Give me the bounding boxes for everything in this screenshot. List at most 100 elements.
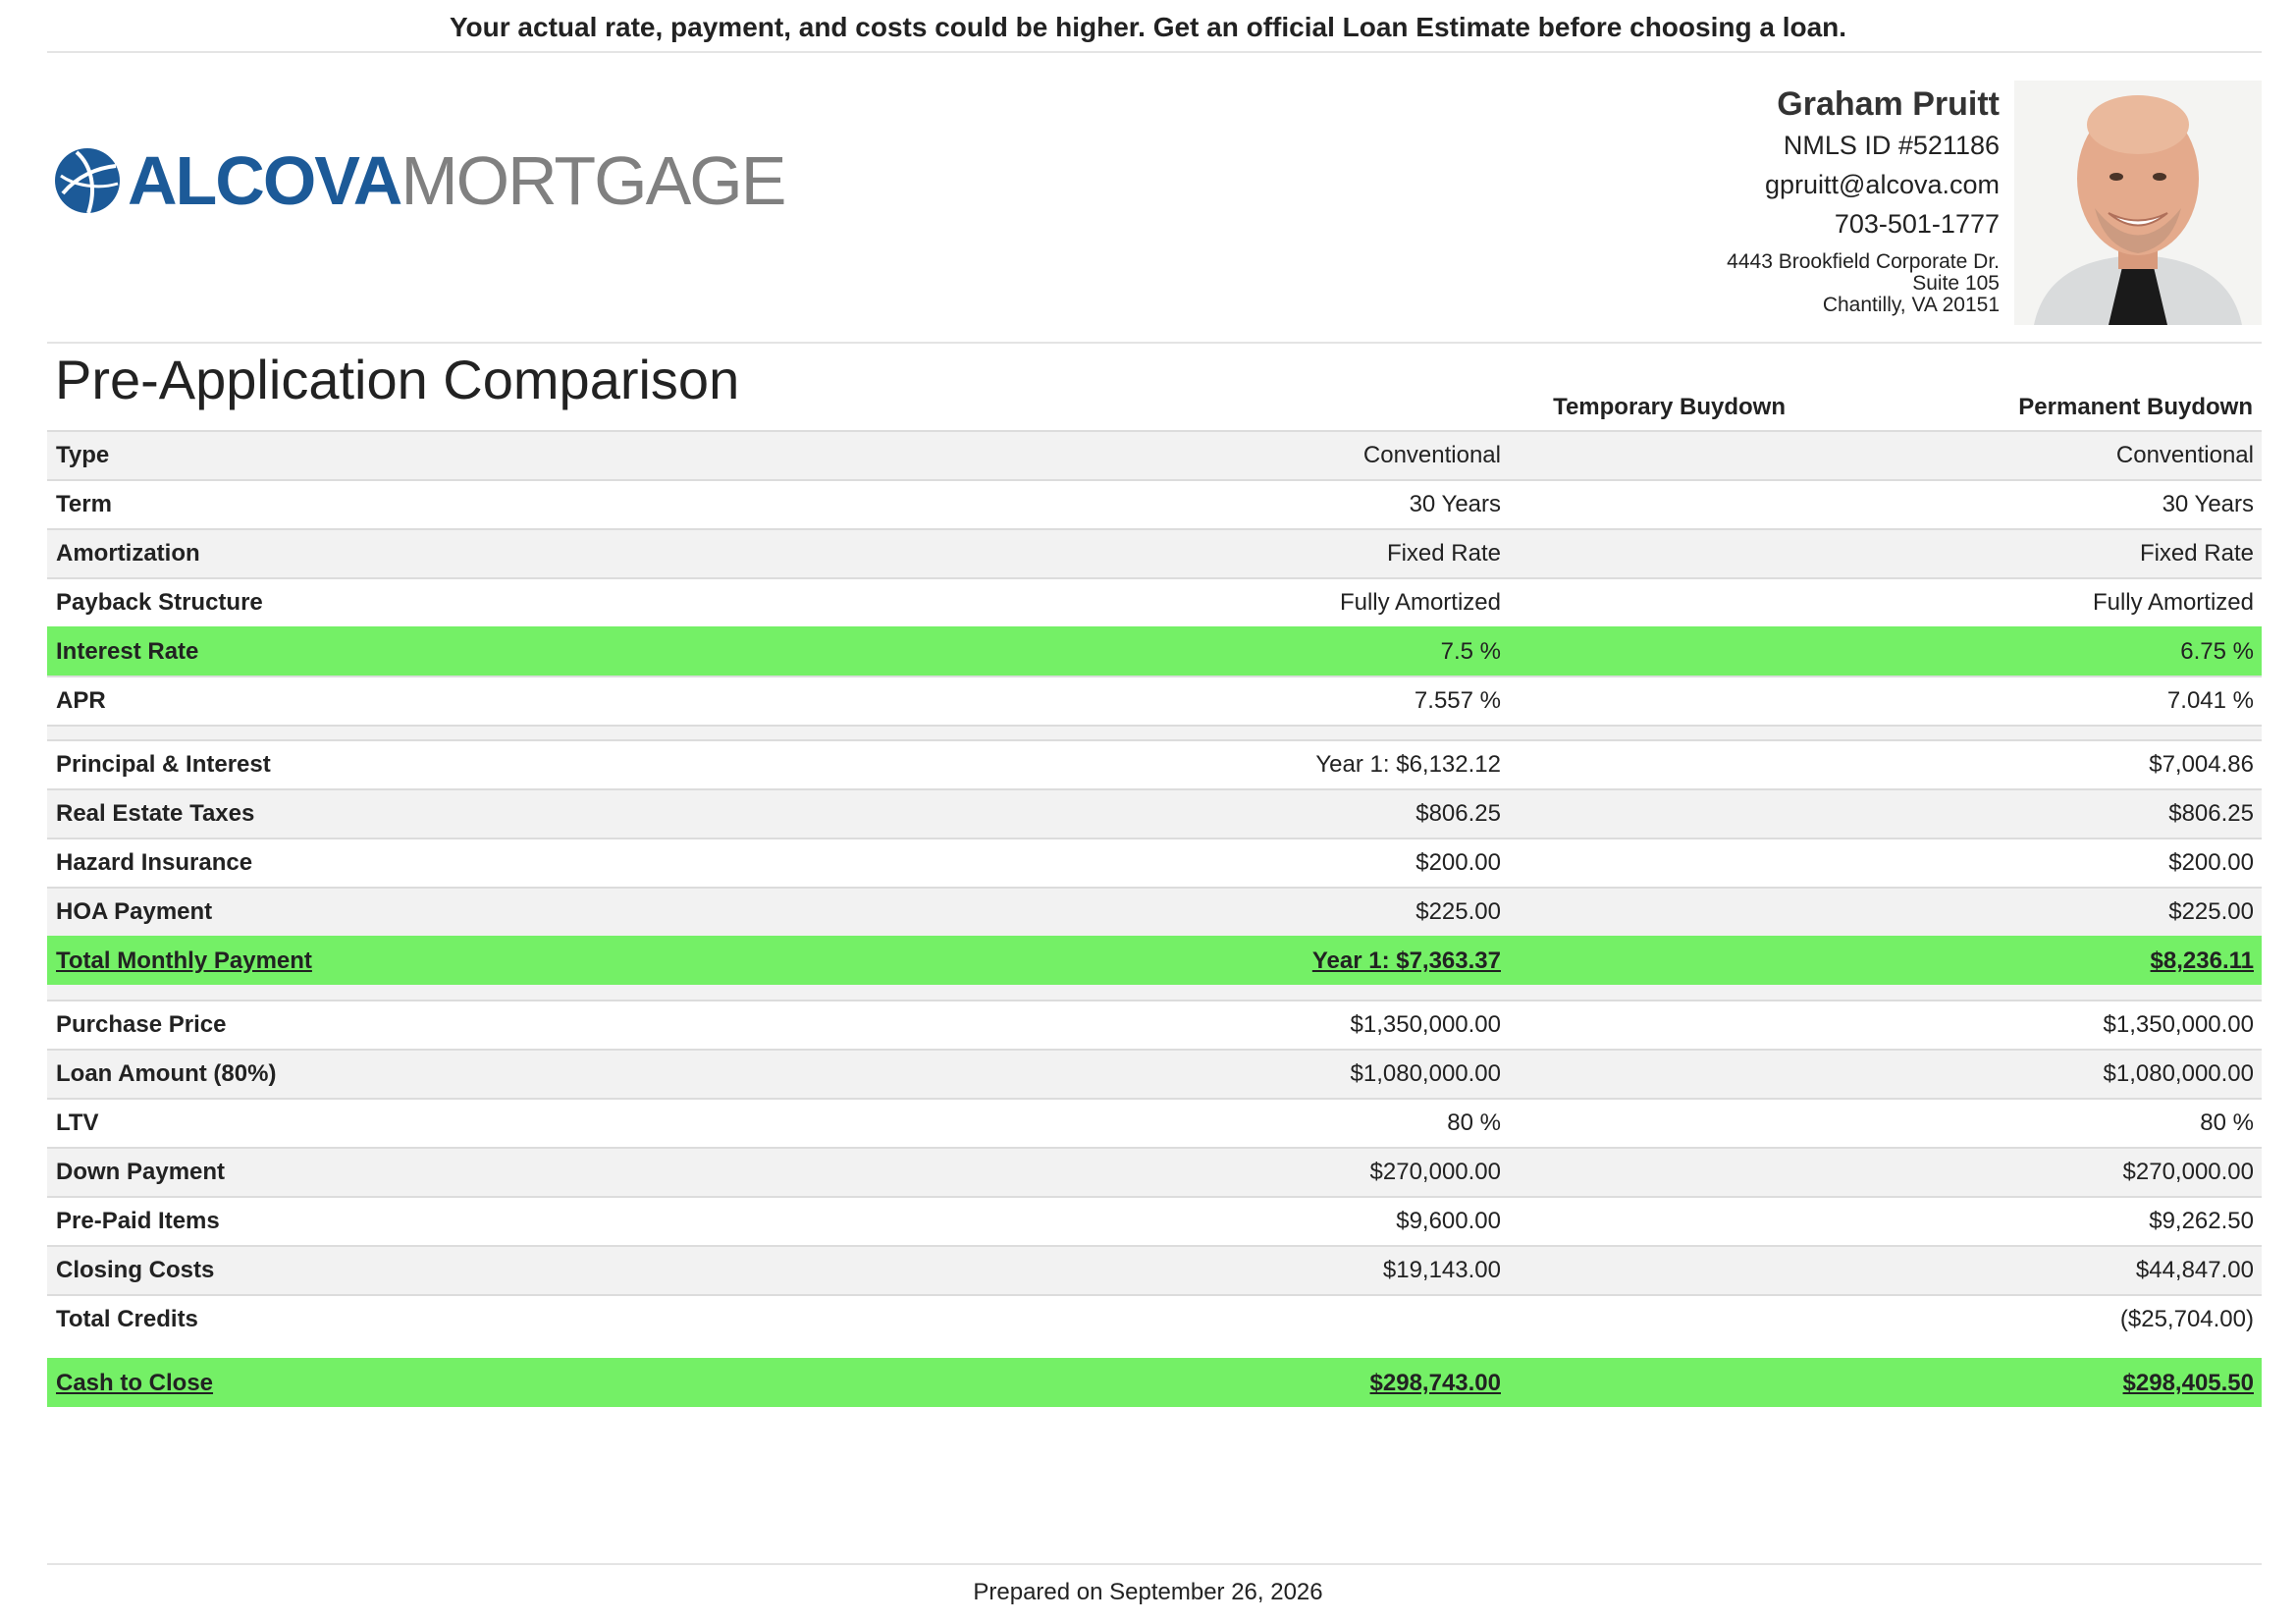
row-label: Payback Structure — [56, 589, 263, 616]
table-row-real-estate-taxes: Real Estate Taxes $806.25 $806.25 — [47, 788, 2262, 838]
row-label: Principal & Interest — [56, 751, 271, 778]
table-row-hazard-insurance: Hazard Insurance $200.00 $200.00 — [47, 838, 2262, 887]
loan-officer-photo — [2014, 81, 2262, 325]
table-row-amortization: Amortization Fixed Rate Fixed Rate — [47, 528, 2262, 577]
row-value-temporary: 80 % — [1447, 1109, 1501, 1136]
logo-brand-light: MORTGAGE — [400, 142, 786, 219]
row-label: Term — [56, 491, 112, 517]
globe-icon — [55, 148, 120, 214]
row-value-temporary: Fixed Rate — [1386, 540, 1501, 567]
row-value-temporary: Conventional — [1362, 442, 1501, 468]
row-label: Purchase Price — [56, 1011, 227, 1038]
column-header-temporary-buydown: Temporary Buydown — [1553, 394, 1786, 420]
row-label: HOA Payment — [56, 898, 213, 925]
row-value-permanent: 6.75 % — [2180, 638, 2254, 665]
row-value-temporary: $19,143.00 — [1382, 1257, 1501, 1283]
row-value-permanent: Fixed Rate — [2139, 540, 2254, 567]
table-row-type: Type Conventional Conventional — [47, 430, 2262, 479]
section-spacer — [47, 985, 2262, 1000]
row-value-temporary: Year 1: $7,363.37 — [1311, 947, 1501, 974]
row-label: Total Monthly Payment — [56, 947, 312, 974]
table-row-purchase-price: Purchase Price $1,350,000.00 $1,350,000.… — [47, 1000, 2262, 1049]
row-label: Down Payment — [56, 1159, 226, 1185]
row-label: Pre-Paid Items — [56, 1208, 220, 1234]
footer-divider — [47, 1563, 2262, 1565]
table-row-principal-interest: Principal & Interest Year 1: $6,132.12 $… — [47, 739, 2262, 788]
alcova-mortgage-logo: ALCOVA MORTGAGE — [53, 142, 786, 219]
row-label: Loan Amount (80%) — [56, 1060, 277, 1087]
logo-brand-bold: ALCOVA — [128, 142, 402, 219]
table-row-interest-rate: Interest Rate 7.5 % 6.75 % — [47, 626, 2262, 676]
section-spacer — [47, 725, 2262, 739]
row-value-temporary: Fully Amortized — [1339, 589, 1501, 616]
loan-officer-name: Graham Pruitt — [1777, 85, 2000, 123]
table-row-closing-costs: Closing Costs $19,143.00 $44,847.00 — [47, 1245, 2262, 1294]
table-row-cash-to-close: Cash to Close $298,743.00 $298,405.50 — [47, 1358, 2262, 1407]
table-row-pre-paid-items: Pre-Paid Items $9,600.00 $9,262.50 — [47, 1196, 2262, 1245]
header-divider — [47, 51, 2262, 53]
row-value-temporary: $806.25 — [1415, 800, 1501, 827]
row-label: Type — [56, 442, 110, 468]
table-row-payback-structure: Payback Structure Fully Amortized Fully … — [47, 577, 2262, 626]
prepared-date: Prepared on September 26, 2026 — [973, 1579, 1323, 1605]
table-row-total-credits: Total Credits ($25,704.00) — [47, 1294, 2262, 1343]
page-title: Pre-Application Comparison — [55, 349, 740, 410]
row-value-temporary: $1,080,000.00 — [1350, 1060, 1501, 1087]
nmls-id: NMLS ID #521186 — [1783, 131, 2000, 160]
table-row-ltv: LTV 80 % 80 % — [47, 1098, 2262, 1147]
row-value-temporary: $298,743.00 — [1369, 1370, 1501, 1396]
row-label: Interest Rate — [56, 638, 199, 665]
row-value-permanent: $225.00 — [2168, 898, 2254, 925]
address-line-2: Suite 105 — [1912, 272, 2000, 295]
section-spacer — [47, 1343, 2262, 1358]
row-value-permanent: $200.00 — [2168, 849, 2254, 876]
column-header-permanent-buydown: Permanent Buydown — [2018, 394, 2253, 420]
loan-officer-contact: Graham Pruitt NMLS ID #521186 gpruitt@al… — [1727, 82, 2000, 316]
disclaimer-banner: Your actual rate, payment, and costs cou… — [449, 12, 1847, 42]
row-value-permanent: $9,262.50 — [2149, 1208, 2254, 1234]
row-label: Real Estate Taxes — [56, 800, 255, 827]
address-line-1: 4443 Brookfield Corporate Dr. — [1727, 250, 2000, 273]
row-label: Total Credits — [56, 1306, 198, 1332]
row-value-permanent: Conventional — [2115, 442, 2254, 468]
row-value-temporary: $9,600.00 — [1396, 1208, 1501, 1234]
table-row-apr: APR 7.557 % 7.041 % — [47, 676, 2262, 725]
row-value-permanent: ($25,704.00) — [2119, 1306, 2254, 1332]
address-line-3: Chantilly, VA 20151 — [1822, 294, 2000, 316]
table-row-hoa-payment: HOA Payment $225.00 $225.00 — [47, 887, 2262, 936]
email-link[interactable]: gpruitt@alcova.com — [1727, 165, 2000, 204]
row-value-temporary: $200.00 — [1415, 849, 1501, 876]
row-value-permanent: 7.041 % — [2166, 687, 2254, 714]
row-label: Closing Costs — [56, 1257, 215, 1283]
row-value-permanent: $298,405.50 — [2122, 1370, 2254, 1396]
row-value-permanent: $270,000.00 — [2122, 1159, 2254, 1185]
row-label: LTV — [56, 1109, 99, 1136]
table-row-total-monthly-payment: Total Monthly Payment Year 1: $7,363.37 … — [47, 936, 2262, 985]
row-value-permanent: $44,847.00 — [2135, 1257, 2254, 1283]
row-value-permanent: $1,080,000.00 — [2103, 1060, 2254, 1087]
row-label: APR — [56, 687, 106, 714]
row-value-permanent: Fully Amortized — [2092, 589, 2254, 616]
section-divider — [47, 342, 2262, 344]
table-row-term: Term 30 Years 30 Years — [47, 479, 2262, 528]
row-label: Cash to Close — [56, 1370, 214, 1396]
row-value-permanent: $806.25 — [2168, 800, 2254, 827]
row-value-permanent: $1,350,000.00 — [2103, 1011, 2254, 1038]
row-value-temporary: $1,350,000.00 — [1350, 1011, 1501, 1038]
row-value-permanent: $7,004.86 — [2149, 751, 2254, 778]
row-value-temporary: 30 Years — [1409, 491, 1501, 517]
row-value-temporary: $270,000.00 — [1369, 1159, 1501, 1185]
row-value-permanent: 80 % — [2200, 1109, 2254, 1136]
row-value-temporary: 7.5 % — [1440, 638, 1501, 665]
table-row-loan-amount: Loan Amount (80%) $1,080,000.00 $1,080,0… — [47, 1049, 2262, 1098]
comparison-table: Type Conventional Conventional Term 30 Y… — [47, 430, 2262, 1407]
row-label: Amortization — [56, 540, 200, 567]
row-value-temporary: 7.557 % — [1414, 687, 1501, 714]
row-value-temporary: Year 1: $6,132.12 — [1315, 751, 1501, 778]
phone-number[interactable]: 703-501-1777 — [1727, 204, 2000, 243]
table-row-down-payment: Down Payment $270,000.00 $270,000.00 — [47, 1147, 2262, 1196]
row-value-temporary: $225.00 — [1415, 898, 1501, 925]
row-value-permanent: $8,236.11 — [2150, 947, 2254, 974]
row-label: Hazard Insurance — [56, 849, 253, 876]
row-value-permanent: 30 Years — [2162, 491, 2254, 517]
